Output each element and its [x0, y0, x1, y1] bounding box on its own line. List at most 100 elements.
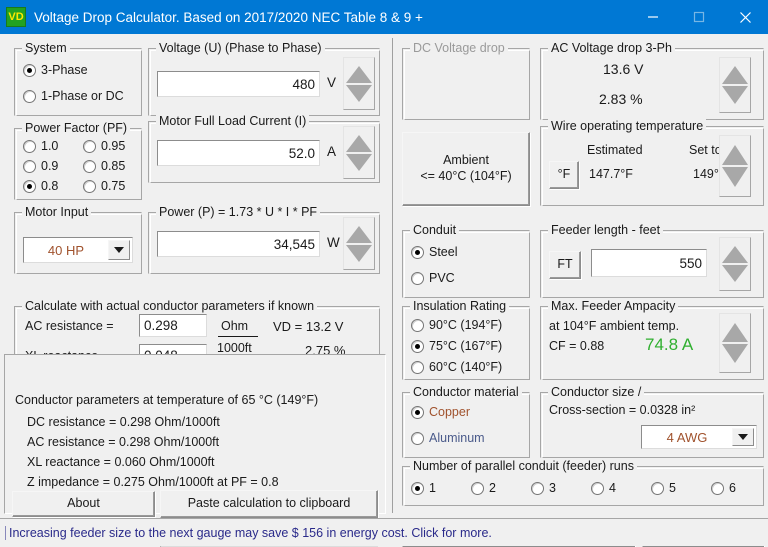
radio-label: 0.8: [41, 179, 59, 193]
radio-pf-0-85[interactable]: 0.85: [83, 159, 125, 173]
minimize-icon[interactable]: [630, 0, 676, 34]
radio-3-phase[interactable]: 3-Phase: [23, 63, 88, 77]
parallel-runs-group: Number of parallel conduit (feeder) runs…: [402, 459, 764, 506]
radio-pf-0-75[interactable]: 0.75: [83, 179, 125, 193]
conductor-size-subtitle: Cross-section = 0.0328 in²: [549, 403, 696, 417]
conductor-size-title: Conductor size /: [548, 385, 645, 399]
power-output: 34,545: [157, 231, 320, 257]
window-title: Voltage Drop Calculator. Based on 2017/2…: [34, 9, 423, 25]
ampacity-group: Max. Feeder Ampacity at 104°F ambient te…: [540, 299, 764, 380]
radio-label: 1: [429, 481, 436, 495]
current-group: Motor Full Load Current (I) 52.0 A: [148, 114, 380, 183]
wire-temp-spinner[interactable]: [719, 135, 751, 197]
ampacity-line2: at 104°F ambient temp.: [549, 319, 680, 333]
radio-runs-2[interactable]: 2: [471, 481, 496, 495]
radio-runs-3[interactable]: 3: [531, 481, 556, 495]
spinner-down-icon[interactable]: [346, 84, 372, 102]
radio-insulation-75c[interactable]: 75°C (167°F): [411, 339, 502, 353]
radio-pf-0-9[interactable]: 0.9: [23, 159, 58, 173]
chevron-down-icon[interactable]: [732, 428, 754, 446]
ac-voltage-drop-spinner[interactable]: [719, 57, 751, 113]
paste-calculation-button[interactable]: Paste calculation to clipboard: [160, 490, 378, 518]
chevron-down-icon[interactable]: [108, 240, 130, 260]
spinner-down-icon[interactable]: [722, 167, 748, 187]
radio-runs-4[interactable]: 4: [591, 481, 616, 495]
motor-input-select[interactable]: 40 HP: [23, 237, 133, 263]
ac-resistance-input[interactable]: 0.298: [139, 314, 207, 337]
spinner-up-icon[interactable]: [346, 65, 372, 83]
conductor-material-title: Conductor material: [410, 385, 522, 399]
spinner-down-icon[interactable]: [722, 344, 748, 363]
radio-insulation-60c[interactable]: 60°C (140°F): [411, 360, 502, 374]
unit-denominator: 1000ft: [217, 341, 252, 355]
radio-1-phase-or-dc[interactable]: 1-Phase or DC: [23, 89, 124, 103]
current-spinner[interactable]: [343, 126, 375, 179]
radio-label: 0.85: [101, 159, 126, 173]
close-icon[interactable]: [722, 0, 768, 34]
radio-indicator: [23, 89, 36, 103]
radio-runs-1[interactable]: 1: [411, 481, 436, 495]
spinner-down-icon[interactable]: [722, 265, 748, 282]
radio-conduit-steel[interactable]: Steel: [411, 245, 458, 259]
spinner-up-icon[interactable]: [722, 66, 748, 84]
conductor-size-group: Conductor size / Cross-section = 0.0328 …: [540, 385, 764, 458]
radio-label: 3-Phase: [41, 63, 88, 77]
radio-runs-6[interactable]: 6: [711, 481, 736, 495]
conductor-size-select[interactable]: 4 AWG: [641, 425, 757, 449]
ambient-button[interactable]: Ambient <= 40°C (104°F): [402, 132, 530, 206]
spinner-up-icon[interactable]: [346, 134, 372, 152]
spinner-down-icon[interactable]: [722, 86, 748, 104]
radio-label: 6: [729, 481, 736, 495]
radio-label: 0.9: [41, 159, 59, 173]
power-spinner[interactable]: [343, 217, 375, 270]
feeder-length-input[interactable]: 550: [591, 249, 707, 277]
radio-indicator: [411, 360, 424, 374]
radio-indicator: [23, 179, 36, 193]
radio-label: 90°C (194°F): [429, 318, 503, 332]
conductor-params-line: AC resistance = 0.298 Ohm/1000ft: [27, 435, 220, 449]
radio-pf-0-8[interactable]: 0.8: [23, 179, 58, 193]
feeder-length-title: Feeder length - feet: [548, 223, 664, 237]
app-icon: VD: [6, 7, 26, 27]
spinner-up-icon[interactable]: [722, 323, 748, 342]
current-input[interactable]: 52.0: [157, 140, 320, 166]
feeder-length-spinner[interactable]: [719, 237, 751, 291]
radio-material-copper[interactable]: Copper: [411, 405, 470, 419]
maximize-icon[interactable]: [676, 0, 722, 34]
motor-input-group-title: Motor Input: [22, 205, 92, 219]
radio-indicator: [411, 245, 424, 259]
radio-label: 5: [669, 481, 676, 495]
spinner-up-icon[interactable]: [346, 225, 372, 243]
ft-toggle-button[interactable]: FT: [549, 251, 581, 279]
radio-insulation-90c[interactable]: 90°C (194°F): [411, 318, 502, 332]
radio-indicator: [411, 431, 424, 445]
voltage-spinner[interactable]: [343, 57, 375, 110]
conductor-params-heading: Conductor parameters at temperature of 6…: [15, 393, 319, 407]
radio-indicator: [23, 63, 36, 77]
radio-material-aluminum[interactable]: Aluminum: [411, 431, 485, 445]
spinner-down-icon[interactable]: [346, 244, 372, 262]
ampacity-spinner[interactable]: [719, 313, 751, 373]
status-bar[interactable]: Increasing feeder size to the next gauge…: [0, 518, 768, 546]
radio-label: Aluminum: [429, 431, 485, 445]
ampacity-value: 74.8 A: [645, 335, 694, 354]
conductor-params-line: DC resistance = 0.298 Ohm/1000ft: [27, 415, 220, 429]
spinner-up-icon[interactable]: [722, 145, 748, 165]
radio-indicator: [23, 139, 36, 153]
insulation-group: Insulation Rating 90°C (194°F) 75°C (167…: [402, 299, 530, 380]
ampacity-title: Max. Feeder Ampacity: [548, 299, 679, 313]
wire-temp-estimated-label: Estimated: [587, 143, 643, 157]
about-button[interactable]: About: [12, 491, 155, 517]
fahrenheit-toggle-button[interactable]: °F: [549, 161, 579, 189]
ambient-line2: <= 40°C (104°F): [420, 169, 512, 183]
radio-runs-5[interactable]: 5: [651, 481, 676, 495]
radio-label: 0.75: [101, 179, 126, 193]
radio-pf-1-0[interactable]: 1.0: [23, 139, 58, 153]
motor-input-value: 40 HP: [47, 242, 85, 258]
ambient-line1: Ambient: [443, 153, 489, 168]
spinner-up-icon[interactable]: [722, 246, 748, 263]
spinner-down-icon[interactable]: [346, 153, 372, 171]
radio-conduit-pvc[interactable]: PVC: [411, 271, 455, 285]
voltage-input[interactable]: 480: [157, 71, 320, 97]
radio-pf-0-95[interactable]: 0.95: [83, 139, 125, 153]
